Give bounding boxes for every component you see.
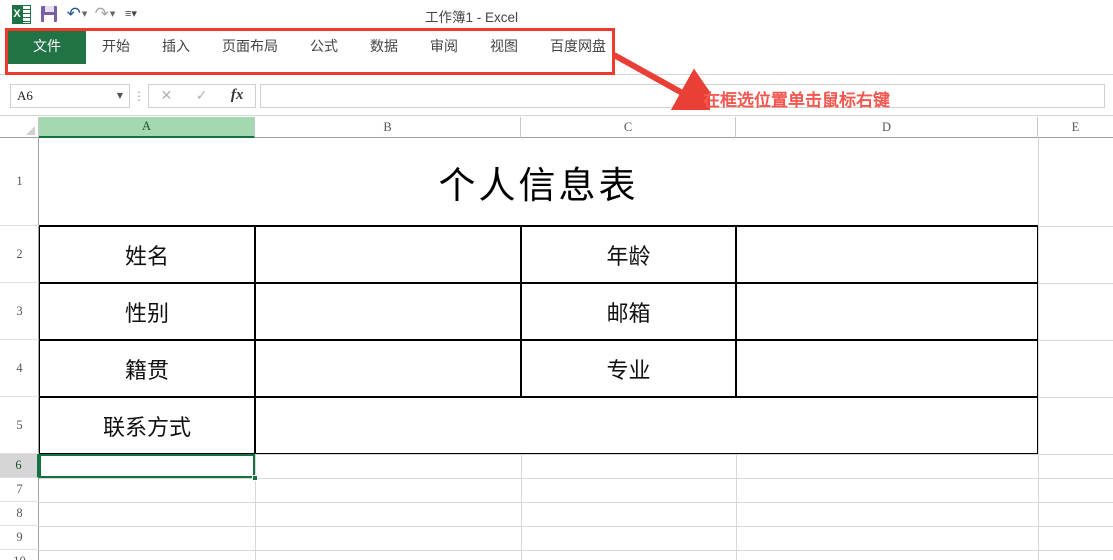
row-headers: 12345678910	[0, 138, 39, 560]
cancel-icon[interactable]: ✕	[161, 87, 173, 104]
table-value-left-0[interactable]	[255, 226, 521, 283]
table-value-left-1[interactable]	[255, 283, 521, 340]
table-value-right-2[interactable]	[736, 340, 1038, 397]
column-header-A[interactable]: A	[39, 117, 255, 138]
insert-function-icon[interactable]: fx	[231, 87, 244, 104]
row-header-4[interactable]: 4	[0, 340, 39, 397]
formula-bar-buttons: ✕ ✓ fx	[148, 83, 256, 108]
excel-window: X ↶ ▼ ↷ ▼ ≡▾ 工作簿1 - Excel 文件 开始 插入 页面布局 公式 数据 审阅…	[0, 0, 1113, 560]
annotation-text: 在框选位置单击鼠标右键	[703, 91, 890, 110]
row-header-7[interactable]: 7	[0, 478, 39, 502]
table-label-contact[interactable]: 联系方式	[39, 397, 255, 454]
row-header-2[interactable]: 2	[0, 226, 39, 283]
grid-line-horizontal	[39, 502, 1113, 503]
row-header-9[interactable]: 9	[0, 526, 39, 550]
table-label-right-2[interactable]: 专业	[521, 340, 736, 397]
worksheet-grid: ABCDE 12345678910 个人信息表姓名 年龄性别 邮箱籍贯 专业联系方式	[0, 117, 1113, 560]
column-headers: ABCDE	[39, 117, 1113, 138]
ribbon-tab-4[interactable]: 公式	[294, 28, 354, 64]
ribbon-tab-strip: 文件 开始 插入 页面布局 公式 数据 审阅 视图 百度网盘	[0, 28, 1113, 75]
ribbon-tabs: 文件 开始 插入 页面布局 公式 数据 审阅 视图 百度网盘	[0, 28, 1113, 75]
table-value-right-0[interactable]	[736, 226, 1038, 283]
table-label-right-1[interactable]: 邮箱	[521, 283, 736, 340]
column-header-E[interactable]: E	[1038, 117, 1113, 138]
column-header-B[interactable]: B	[255, 117, 521, 138]
column-header-C[interactable]: C	[521, 117, 736, 138]
formula-bar-grip[interactable]: ⋮	[130, 90, 148, 102]
confirm-icon[interactable]: ✓	[196, 87, 208, 104]
row-header-6[interactable]: 6	[0, 454, 39, 478]
ribbon-tab-2[interactable]: 插入	[146, 28, 206, 64]
column-header-D[interactable]: D	[736, 117, 1038, 138]
grid-line-horizontal	[39, 550, 1113, 551]
cells-area[interactable]: 个人信息表 姓名 年龄性别 邮箱籍贯 专业联系方式	[39, 138, 1113, 560]
table-label-right-0[interactable]: 年龄	[521, 226, 736, 283]
row-header-8[interactable]: 8	[0, 502, 39, 526]
table-label-left-0[interactable]: 姓名	[39, 226, 255, 283]
sheet-table-title[interactable]: 个人信息表	[39, 138, 1038, 226]
table-value-right-1[interactable]	[736, 283, 1038, 340]
grid-line-horizontal	[39, 478, 1113, 479]
title-bar: X ↶ ▼ ↷ ▼ ≡▾ 工作簿1 - Excel	[0, 0, 1113, 28]
row-header-5[interactable]: 5	[0, 397, 39, 454]
ribbon-tab-5[interactable]: 数据	[354, 28, 414, 64]
ribbon-tab-7[interactable]: 视图	[474, 28, 534, 64]
annotation-arrow-icon	[612, 52, 710, 110]
chevron-down-icon[interactable]: ▼	[117, 91, 123, 100]
window-title: 工作簿1 - Excel	[424, 10, 519, 25]
table-label-left-2[interactable]: 籍贯	[39, 340, 255, 397]
row-header-1[interactable]: 1	[0, 138, 39, 226]
table-value-contact[interactable]	[255, 397, 1038, 454]
name-box[interactable]: A6 ▼	[10, 83, 130, 108]
ribbon-tab-3[interactable]: 页面布局	[206, 28, 294, 64]
active-cell-a6[interactable]	[39, 454, 255, 478]
ribbon-tab-0[interactable]: 文件	[8, 28, 86, 64]
formula-bar: A6 ▼ ⋮ ✕ ✓ fx	[0, 76, 1113, 116]
grid-line-vertical	[1038, 138, 1039, 560]
row-header-3[interactable]: 3	[0, 283, 39, 340]
ribbon-tab-6[interactable]: 审阅	[414, 28, 474, 64]
grid-line-horizontal	[39, 526, 1113, 527]
ribbon-tab-1[interactable]: 开始	[86, 28, 146, 64]
table-label-left-1[interactable]: 性别	[39, 283, 255, 340]
name-box-value: A6	[17, 87, 33, 103]
fill-handle[interactable]	[252, 475, 258, 481]
table-value-left-2[interactable]	[255, 340, 521, 397]
row-header-10[interactable]: 10	[0, 550, 39, 560]
select-all-corner[interactable]	[0, 117, 39, 138]
